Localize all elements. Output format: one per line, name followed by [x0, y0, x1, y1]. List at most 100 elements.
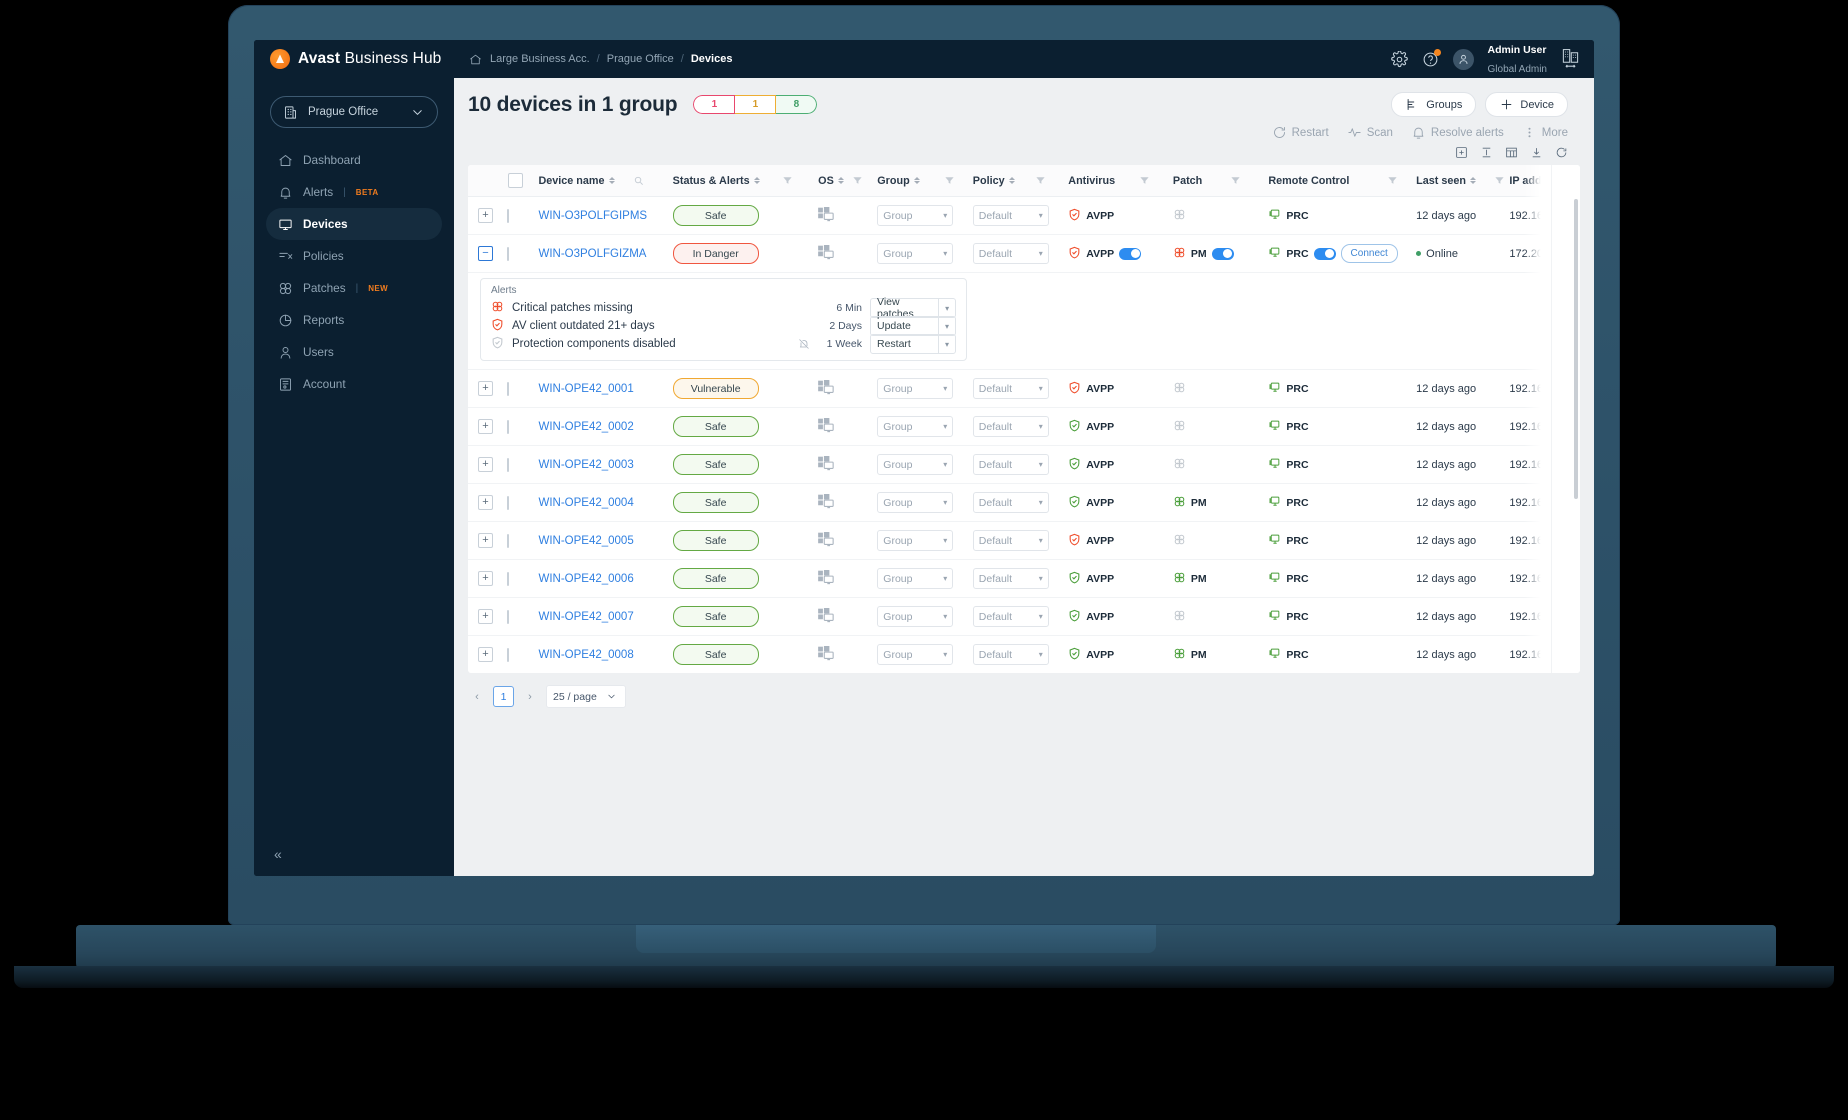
resolve-alerts-action[interactable]: Resolve alerts: [1411, 125, 1504, 140]
row-checkbox[interactable]: [506, 208, 509, 223]
row-actions-kebab[interactable]: ⋮: [1560, 530, 1574, 542]
row-select[interactable]: Group ▾: [877, 644, 954, 665]
device-name-link[interactable]: WIN-OPE42_0004: [538, 497, 633, 509]
status-badge[interactable]: Safe: [672, 606, 759, 627]
switch-company-icon[interactable]: [1561, 48, 1580, 70]
expand-rows-icon[interactable]: [1455, 146, 1468, 159]
row-actions-kebab[interactable]: ⋮: [1560, 644, 1574, 656]
row-expand-toggle[interactable]: −: [478, 246, 493, 261]
sidebar-item-account[interactable]: Account: [266, 368, 442, 400]
row-select[interactable]: Group ▾: [877, 205, 954, 226]
row-actions-kebab[interactable]: ⋮: [1560, 492, 1574, 504]
row-actions-kebab[interactable]: ⋮: [1560, 416, 1574, 428]
sidebar-item-alerts[interactable]: Alerts | BETA: [266, 176, 442, 208]
more-action[interactable]: More: [1522, 125, 1568, 140]
device-name-link[interactable]: WIN-OPE42_0001: [538, 383, 633, 395]
status-badge[interactable]: Safe: [672, 644, 759, 665]
row-expand-toggle[interactable]: +: [478, 533, 493, 548]
status-count-safe[interactable]: 8: [776, 95, 818, 114]
refresh-icon[interactable]: [1555, 146, 1568, 159]
breadcrumb-item-account[interactable]: Large Business Acc.: [490, 53, 590, 65]
sidebar-item-patches[interactable]: Patches | NEW: [266, 272, 442, 304]
row-expand-toggle[interactable]: +: [478, 647, 493, 662]
help-icon[interactable]: [1422, 48, 1441, 68]
filter-icon[interactable]: [944, 175, 955, 186]
row-checkbox[interactable]: [506, 571, 509, 586]
device-name-link[interactable]: WIN-OPE42_0005: [538, 535, 633, 547]
row-checkbox[interactable]: [506, 457, 509, 472]
sort-icon[interactable]: [1469, 177, 1476, 184]
row-height-icon[interactable]: [1480, 146, 1493, 159]
columns-icon[interactable]: [1505, 146, 1518, 159]
row-checkbox[interactable]: [506, 609, 509, 624]
row-select[interactable]: Group ▾: [877, 530, 954, 551]
pagination-next[interactable]: ›: [523, 691, 537, 703]
sort-icon[interactable]: [1008, 177, 1015, 184]
user-info[interactable]: Admin User Global Admin: [1488, 40, 1547, 78]
status-badge[interactable]: Safe: [672, 454, 759, 475]
row-select[interactable]: Default ▾: [972, 644, 1049, 665]
row-actions-kebab[interactable]: ⋮: [1560, 243, 1574, 255]
row-select[interactable]: Default ▾: [972, 606, 1049, 627]
filter-icon[interactable]: [1035, 175, 1046, 186]
row-actions-kebab[interactable]: ⋮: [1560, 454, 1574, 466]
status-badge[interactable]: Safe: [672, 568, 759, 589]
add-device-button[interactable]: Device: [1485, 92, 1568, 117]
row-expand-toggle[interactable]: +: [478, 419, 493, 434]
filter-icon[interactable]: [852, 175, 863, 186]
download-icon[interactable]: [1530, 146, 1543, 159]
filter-icon[interactable]: [782, 175, 793, 186]
row-actions-kebab[interactable]: ⋮: [1560, 568, 1574, 580]
status-count-vulnerable[interactable]: 1: [735, 95, 777, 114]
alert-action-select[interactable]: Update ▾: [870, 316, 956, 336]
row-select[interactable]: Group ▾: [877, 454, 954, 475]
row-checkbox[interactable]: [506, 495, 509, 510]
row-checkbox[interactable]: [506, 647, 509, 662]
status-badge[interactable]: Safe: [672, 492, 759, 513]
alert-action-select[interactable]: View patches ▾: [870, 296, 956, 320]
search-icon[interactable]: [633, 175, 644, 186]
row-expand-toggle[interactable]: +: [478, 609, 493, 624]
row-checkbox[interactable]: [506, 381, 509, 396]
device-name-link[interactable]: WIN-OPE42_0003: [538, 459, 633, 471]
table-row[interactable]: + WIN-OPE42_0004 Safe Group ▾ Default ▾ …: [468, 483, 1580, 522]
table-row[interactable]: + WIN-OPE42_0006 Safe Group ▾ Default ▾ …: [468, 559, 1580, 598]
row-select[interactable]: Group ▾: [877, 492, 954, 513]
row-expand-toggle[interactable]: +: [478, 571, 493, 586]
gear-icon[interactable]: [1390, 50, 1408, 68]
select-all-checkbox[interactable]: [507, 173, 523, 188]
table-row[interactable]: + WIN-OPE42_0005 Safe Group ▾ Default ▾ …: [468, 521, 1580, 560]
device-name-link[interactable]: WIN-O3POLFGIZMA: [538, 248, 646, 260]
row-select[interactable]: Default ▾: [972, 243, 1049, 264]
sort-icon[interactable]: [837, 177, 844, 184]
device-name-link[interactable]: WIN-OPE42_0008: [538, 649, 633, 661]
sidebar-item-reports[interactable]: Reports: [266, 304, 442, 336]
table-row[interactable]: + WIN-O3POLFGIPMS Safe Group ▾ Default ▾…: [468, 196, 1580, 235]
alert-action-select[interactable]: Restart ▾: [870, 334, 956, 354]
table-row[interactable]: + WIN-OPE42_0002 Safe Group ▾ Default ▾ …: [468, 407, 1580, 446]
status-badge[interactable]: In Danger: [672, 243, 759, 264]
row-expand-toggle[interactable]: +: [478, 208, 493, 223]
sidebar-item-devices[interactable]: Devices: [266, 208, 442, 240]
antivirus-toggle[interactable]: [1119, 247, 1142, 260]
status-count-danger[interactable]: 1: [693, 95, 736, 114]
table-scrollbar[interactable]: [1574, 199, 1578, 499]
row-actions-kebab[interactable]: ⋮: [1560, 378, 1574, 390]
device-name-link[interactable]: WIN-OPE42_0006: [538, 573, 633, 585]
row-select[interactable]: Group ▾: [877, 378, 954, 399]
sort-icon[interactable]: [913, 177, 920, 184]
filter-icon[interactable]: [1494, 175, 1505, 186]
table-row[interactable]: + WIN-OPE42_0001 Vulnerable Group ▾ Defa…: [468, 369, 1580, 408]
sidebar-item-dashboard[interactable]: Dashboard: [266, 144, 442, 176]
status-badge[interactable]: Safe: [672, 416, 759, 437]
table-row[interactable]: + WIN-OPE42_0008 Safe Group ▾ Default ▾ …: [468, 636, 1580, 674]
row-select[interactable]: Default ▾: [972, 205, 1049, 226]
row-select[interactable]: Group ▾: [877, 416, 954, 437]
row-actions-kebab[interactable]: ⋮: [1560, 205, 1574, 217]
home-icon[interactable]: [468, 53, 483, 66]
row-checkbox[interactable]: [506, 419, 509, 434]
row-select[interactable]: Default ▾: [972, 454, 1049, 475]
row-select[interactable]: Default ▾: [972, 530, 1049, 551]
table-row[interactable]: + WIN-OPE42_0007 Safe Group ▾ Default ▾ …: [468, 597, 1580, 636]
device-name-link[interactable]: WIN-OPE42_0007: [538, 611, 633, 623]
